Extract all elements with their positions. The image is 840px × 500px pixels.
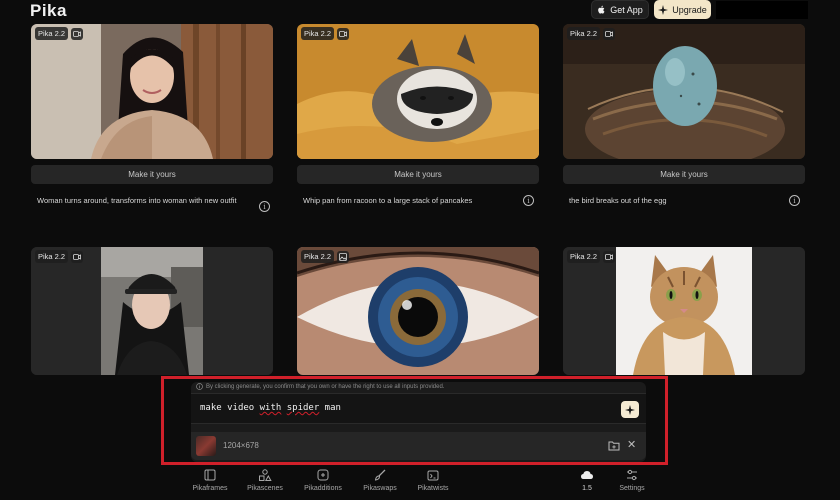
video-thumbnail[interactable]: Pika 2.2 [31,24,273,159]
generate-button[interactable] [621,401,639,418]
get-app-label: Get App [610,4,643,15]
brush-icon [374,469,386,481]
account-area[interactable] [716,1,808,19]
gallery-card[interactable]: Pika 2.2 [31,247,273,375]
model-badge-label: Pika 2.2 [35,250,69,263]
cat-image [563,247,805,375]
card-description: Woman turns around, transforms into woma… [37,196,237,205]
tool-pikascenes[interactable]: Pikascenes [235,468,295,492]
tool-label: Pikatwists [417,485,449,492]
model-badge: Pika 2.2 [35,250,84,263]
sparkle-icon [625,404,635,415]
eye-closeup-image [297,247,539,375]
gallery-card[interactable]: Pika 2.2 Make it yours the bird breaks o… [563,24,805,224]
egg-in-nest-image [563,24,805,159]
prompt-panel: By clicking generate, you confirm that y… [191,382,646,462]
generate-notice-text: By clicking generate, you confirm that y… [206,383,445,390]
additions-icon [317,469,329,481]
folder-icon[interactable] [608,440,620,451]
frames-icon [204,469,216,481]
get-app-button[interactable]: Get App [591,0,649,19]
tool-label: Pikaswaps [363,485,397,492]
upgrade-label: Upgrade [672,4,707,15]
info-icon [196,383,203,390]
woman-image [31,24,273,159]
bottom-toolbar: Pikaframes Pikascenes Pikadditions Pikas… [0,466,840,500]
tool-label: Pikadditions [304,485,342,492]
attachment-thumbnail[interactable] [196,436,216,456]
settings-label: Settings [619,485,645,492]
model-badge: Pika 2.2 [567,27,616,40]
sliders-icon [627,469,637,481]
model-badge: Pika 2.2 [301,250,350,263]
make-it-yours-button[interactable]: Make it yours [31,165,273,184]
woman-in-cap-image [31,247,273,375]
attachment-row: 1204×678 ✕ [191,432,646,460]
settings-button[interactable]: Settings [602,468,662,492]
model-badge-label: Pika 2.2 [301,250,335,263]
info-icon[interactable]: i [523,195,534,206]
model-badge-label: Pika 2.2 [567,27,601,40]
prompt-word: make [200,403,222,413]
tool-pikadditions[interactable]: Pikadditions [293,468,353,492]
video-icon [71,250,84,263]
sparkle-icon [658,4,669,15]
tool-pikatwists[interactable]: Pikatwists [403,468,463,492]
tool-pikaframes[interactable]: Pikaframes [180,468,240,492]
model-version: 1.5 [582,485,592,492]
prompt-text: make video with spider man [200,403,341,413]
raccoon-image [297,24,539,159]
pika-logo[interactable]: Pika [30,1,67,21]
upgrade-button[interactable]: Upgrade [654,0,711,19]
generate-notice: By clicking generate, you confirm that y… [196,383,444,390]
model-badge-label: Pika 2.2 [35,27,69,40]
prompt-input[interactable]: make video with spider man [191,393,646,424]
image-icon [337,250,350,263]
video-thumbnail[interactable]: Pika 2.2 [31,247,273,375]
card-description: Whip pan from racoon to a large stack of… [303,196,473,205]
info-icon[interactable]: i [789,195,800,206]
video-thumbnail[interactable]: Pika 2.2 [563,24,805,159]
model-badge: Pika 2.2 [301,27,350,40]
gallery-card[interactable]: Pika 2.2 Make it yours Woman turns aroun… [31,24,273,224]
tool-pikaswaps[interactable]: Pikaswaps [350,468,410,492]
shapes-icon [259,469,272,481]
model-badge-label: Pika 2.2 [567,250,601,263]
video-thumbnail[interactable]: Pika 2.2 [563,247,805,375]
video-thumbnail[interactable]: Pika 2.2 [297,247,539,375]
attachment-size: 1204×678 [223,441,259,450]
model-badge-label: Pika 2.2 [301,27,335,40]
prompt-word: spider [286,403,320,413]
prompt-word: video [227,403,255,413]
gallery-card[interactable]: Pika 2.2 [297,247,539,375]
apple-icon [598,5,605,14]
close-icon[interactable]: ✕ [627,438,636,451]
info-icon[interactable]: i [259,201,270,212]
tool-label: Pikaframes [192,485,228,492]
gallery-card[interactable]: Pika 2.2 [563,247,805,375]
prompt-word: man [324,403,341,413]
video-icon [337,27,350,40]
video-icon [71,27,84,40]
make-it-yours-button[interactable]: Make it yours [563,165,805,184]
cloud-icon [581,471,593,479]
video-thumbnail[interactable]: Pika 2.2 [297,24,539,159]
card-description: the bird breaks out of the egg [569,196,667,205]
top-bar: Pika Get App Upgrade [0,0,840,22]
video-icon [603,250,616,263]
video-icon [603,27,616,40]
model-badge: Pika 2.2 [35,27,84,40]
twists-icon [427,470,439,481]
make-it-yours-button[interactable]: Make it yours [297,165,539,184]
gallery-card[interactable]: Pika 2.2 Make it yours Whip pan from rac… [297,24,539,224]
model-badge: Pika 2.2 [567,250,616,263]
tool-label: Pikascenes [247,485,283,492]
prompt-word: with [259,403,282,413]
